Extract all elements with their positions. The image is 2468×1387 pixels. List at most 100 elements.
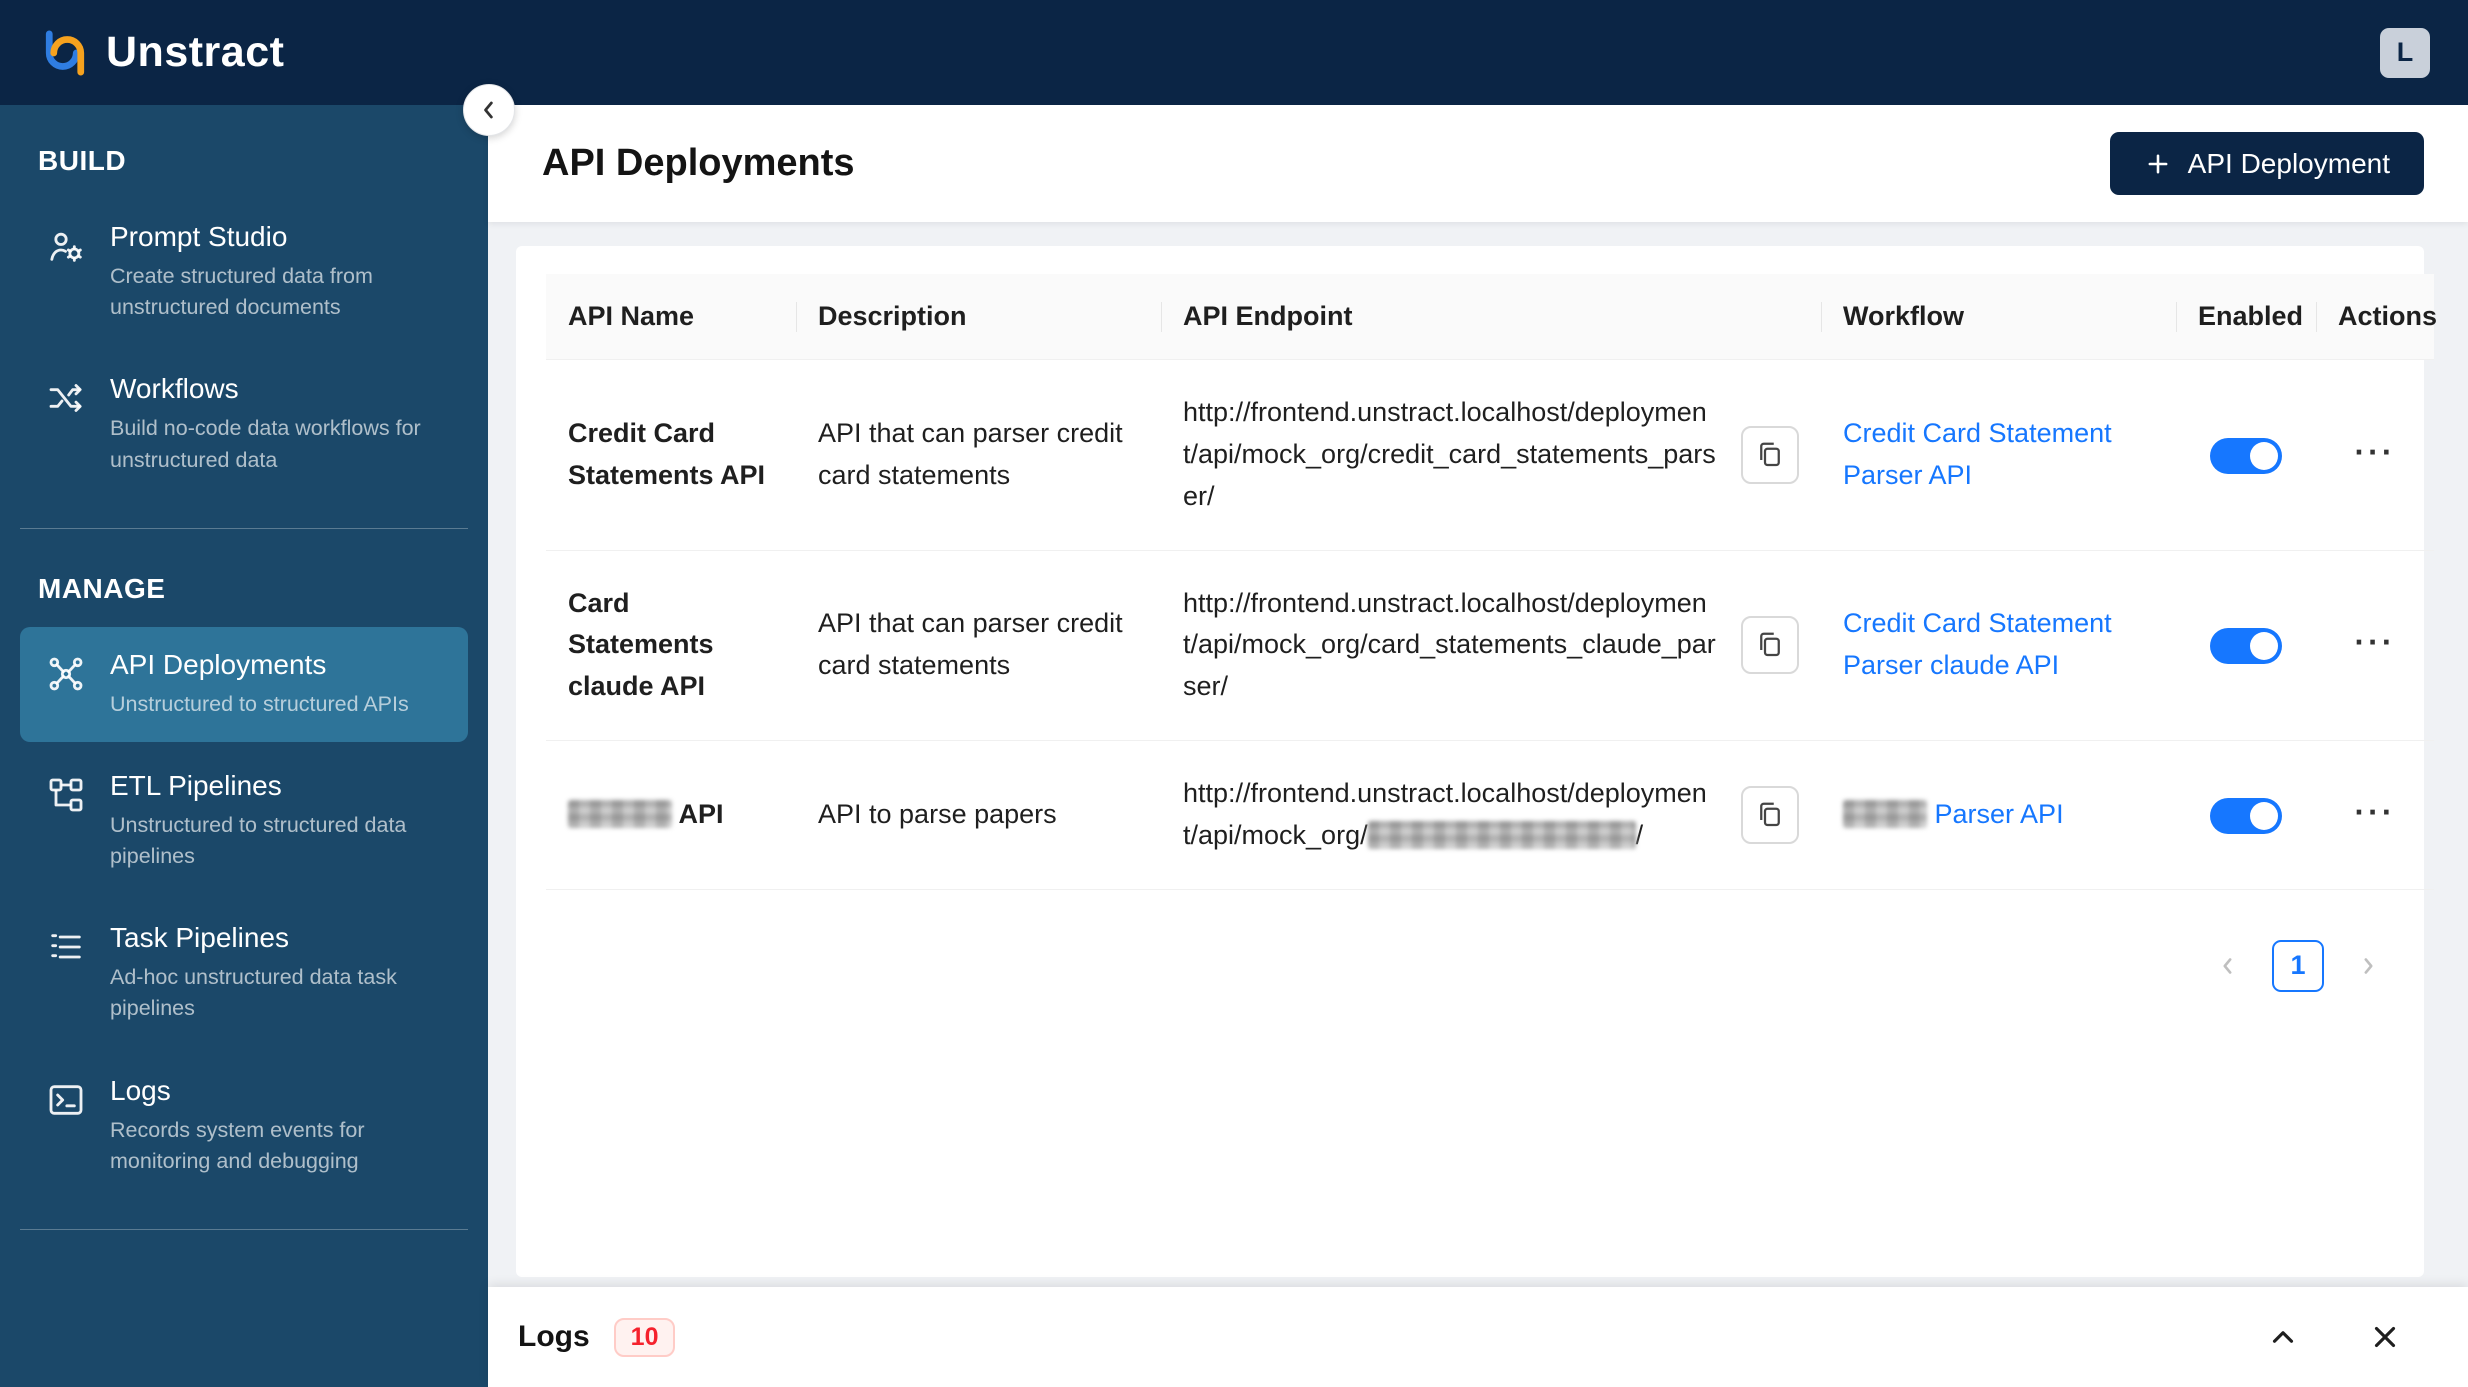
user-avatar[interactable]: L: [2380, 27, 2430, 78]
description-cell: API that can parser credit card statemen…: [796, 550, 1161, 742]
copy-icon: [1760, 442, 1780, 466]
close-icon: [2374, 1326, 2396, 1348]
workflow-link[interactable]: Parser API: [1843, 799, 2064, 829]
description-cell: API to parse papers: [796, 740, 1161, 890]
column-api-endpoint: API Endpoint: [1161, 274, 1821, 360]
enabled-toggle[interactable]: [2210, 628, 2282, 665]
sidebar-item-title: Logs: [110, 1074, 171, 1106]
api-deployments-table: API Name Description API Endpoint Workfl…: [546, 274, 2437, 890]
sidebar-item-subtitle: Ad-hoc unstructured data task pipelines: [110, 965, 397, 1021]
endpoint-url: http://frontend.unstract.localhost/deplo…: [1183, 587, 1716, 702]
enabled-toggle[interactable]: [2210, 437, 2282, 474]
logs-panel-bar: Logs 10: [488, 1287, 2468, 1387]
actions-cell: ···: [2316, 740, 2434, 890]
chevron-left-icon: [2223, 957, 2232, 974]
enabled-cell: [2176, 740, 2316, 890]
pagination-prev-button[interactable]: [2202, 939, 2254, 992]
logs-expand-button[interactable]: [2258, 1312, 2308, 1362]
chevron-up-icon: [2272, 1331, 2294, 1343]
pagination-next-button[interactable]: [2342, 939, 2394, 992]
enabled-toggle[interactable]: [2210, 797, 2282, 834]
actions-cell: ···: [2316, 359, 2434, 551]
toggle-knob: [2250, 801, 2278, 830]
column-enabled: Enabled: [2176, 274, 2316, 360]
chevron-right-icon: [2364, 957, 2373, 974]
column-workflow: Workflow: [1821, 274, 2176, 360]
copy-endpoint-button[interactable]: [1741, 616, 1799, 675]
sidebar-item-subtitle: Unstructured to structured data pipeline…: [110, 812, 407, 869]
sidebar-item-logs[interactable]: Logs Records system events for monitorin…: [20, 1053, 468, 1199]
sidebar-item-title: Task Pipelines: [110, 922, 289, 954]
sidebar-section-manage: MANAGE: [38, 572, 166, 604]
logs-label: Logs: [518, 1320, 590, 1353]
endpoint-url: http://frontend.unstract.localhost/deplo…: [1183, 397, 1716, 511]
description-cell: API that can parser credit card statemen…: [796, 359, 1161, 551]
chevron-left-icon: [484, 101, 493, 119]
endpoint-cell: http://frontend.unstract.localhost/deplo…: [1161, 550, 1821, 742]
sidebar-divider: [20, 527, 468, 529]
sidebar-item-prompt-studio[interactable]: Prompt Studio Create structured data fro…: [20, 199, 468, 345]
sidebar-item-workflows[interactable]: Workflows Build no-code data workflows f…: [20, 351, 468, 497]
redacted-text: [1843, 799, 1927, 828]
workflow-cell: Credit Card Statement Parser claude API: [1821, 550, 2176, 742]
page-header: API Deployments API Deployment: [488, 105, 2468, 222]
api-name-cell: API: [546, 740, 796, 890]
copy-endpoint-button[interactable]: [1741, 785, 1799, 844]
endpoint-cell: http://frontend.unstract.localhost/deplo…: [1161, 359, 1821, 551]
add-button-label: API Deployment: [2187, 147, 2390, 179]
main-area: API Deployments API Deployment API Name …: [488, 105, 2468, 1387]
content-area: API Name Description API Endpoint Workfl…: [488, 222, 2468, 1287]
table-row: Credit Card Statements API API that can …: [546, 359, 2434, 551]
sidebar-item-api-deployments[interactable]: API Deployments Unstructured to structur…: [20, 626, 468, 742]
page-title: API Deployments: [542, 142, 855, 184]
copy-endpoint-button[interactable]: [1741, 425, 1799, 484]
redacted-text: [568, 799, 672, 828]
sidebar-divider: [20, 1228, 468, 1230]
sidebar-item-task-pipelines[interactable]: Task Pipelines Ad-hoc unstructured data …: [20, 900, 468, 1046]
pagination: 1: [546, 939, 2394, 992]
workflow-link[interactable]: Credit Card Statement Parser API: [1843, 418, 2112, 490]
more-actions-icon[interactable]: ···: [2349, 435, 2402, 469]
more-actions-icon[interactable]: ···: [2349, 795, 2402, 829]
sidebar-item-subtitle: Build no-code data workflows for unstruc…: [110, 416, 421, 472]
unstract-logo: Unstract: [38, 26, 284, 80]
enabled-cell: [2176, 550, 2316, 742]
endpoint-cell: http://frontend.unstract.localhost/deplo…: [1161, 740, 1821, 890]
redacted-text: [1367, 820, 1636, 849]
top-header: Unstract L: [0, 0, 2468, 105]
toggle-knob: [2250, 441, 2278, 470]
workflow-link[interactable]: Credit Card Statement Parser claude API: [1843, 608, 2112, 680]
api-deployments-icon: [46, 654, 88, 699]
sidebar-item-etl-pipelines[interactable]: ETL Pipelines Unstructured to structured…: [20, 748, 468, 894]
sidebar-item-subtitle: Records system events for monitoring and…: [110, 1117, 365, 1173]
prompt-studio-icon: [46, 226, 88, 271]
column-api-name: API Name: [546, 274, 796, 360]
table-row: Card Statements claude API API that can …: [546, 550, 2434, 742]
workflow-cell: Credit Card Statement Parser API: [1821, 359, 2176, 551]
api-name-cell: Credit Card Statements API: [546, 359, 796, 551]
table-header-row: API Name Description API Endpoint Workfl…: [546, 274, 2437, 360]
sidebar-collapse-button[interactable]: [463, 84, 515, 136]
enabled-cell: [2176, 359, 2316, 551]
sidebar: BUILD Prompt Studio Create structured da…: [0, 105, 488, 1387]
sidebar-item-title: Workflows: [110, 373, 239, 405]
workflows-icon: [46, 378, 88, 423]
add-api-deployment-button[interactable]: API Deployment: [2109, 132, 2424, 195]
table-row: API API to parse papers http://frontend.…: [546, 740, 2434, 890]
plus-icon: [2148, 154, 2168, 173]
api-name-suffix: API: [678, 798, 724, 829]
more-actions-icon[interactable]: ···: [2349, 625, 2402, 659]
logs-terminal-icon: [46, 1080, 88, 1125]
deployments-card: API Name Description API Endpoint Workfl…: [516, 246, 2437, 1277]
column-actions: Actions: [2316, 274, 2437, 360]
copy-icon: [1760, 802, 1780, 827]
column-description: Description: [796, 274, 1161, 360]
logs-close-button[interactable]: [2360, 1312, 2410, 1362]
actions-cell: ···: [2316, 550, 2434, 742]
pagination-page-1[interactable]: 1: [2272, 939, 2324, 992]
etl-pipelines-icon: [46, 775, 88, 820]
toggle-knob: [2250, 632, 2278, 661]
sidebar-item-title: API Deployments: [110, 648, 327, 680]
task-pipelines-icon: [46, 927, 88, 972]
workflow-cell: Parser API: [1821, 740, 2176, 890]
